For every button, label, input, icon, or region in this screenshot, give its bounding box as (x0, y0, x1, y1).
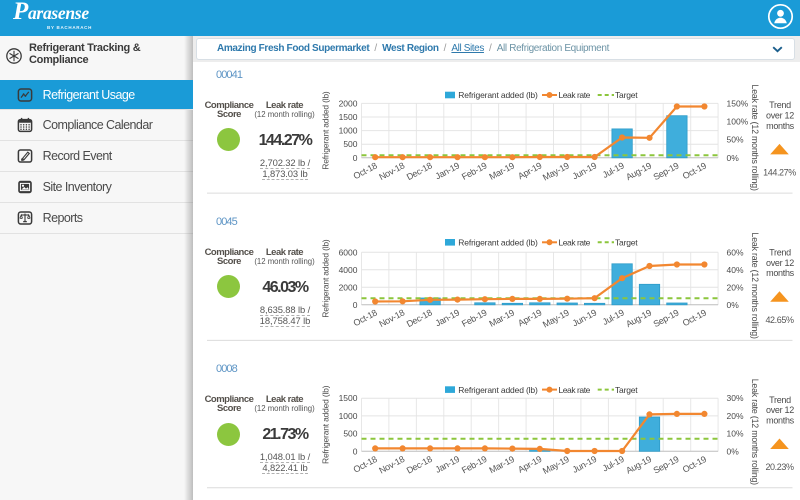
svg-text:Nov-18: Nov-18 (377, 307, 406, 329)
svg-text:Jan-19: Jan-19 (434, 307, 462, 328)
svg-text:Oct-19: Oct-19 (681, 307, 708, 328)
svg-text:0: 0 (353, 446, 358, 456)
svg-text:Oct-19: Oct-19 (681, 160, 708, 181)
svg-text:Feb-19: Feb-19 (460, 160, 489, 182)
svg-text:500: 500 (343, 139, 357, 149)
svg-text:Leak rate (12 months rolling): Leak rate (12 months rolling) (750, 233, 760, 339)
svg-text:4000: 4000 (339, 265, 358, 275)
svg-text:0%: 0% (727, 300, 740, 310)
svg-text:Jun-19: Jun-19 (571, 454, 599, 475)
svg-text:Apr-19: Apr-19 (516, 454, 543, 475)
svg-text:May-19: May-19 (541, 307, 571, 329)
svg-text:Oct-18: Oct-18 (352, 454, 379, 475)
svg-text:Jul-19: Jul-19 (601, 307, 626, 327)
svg-text:over 12: over 12 (766, 405, 794, 415)
svg-text:1500: 1500 (339, 112, 358, 122)
svg-text:May-19: May-19 (541, 454, 571, 476)
svg-text:0: 0 (353, 153, 358, 163)
svg-text:20.23%: 20.23% (765, 462, 794, 472)
svg-text:42.65%: 42.65% (765, 315, 794, 325)
svg-text:144.27%: 144.27% (763, 168, 796, 178)
svg-text:0: 0 (353, 300, 358, 310)
svg-text:Oct-18: Oct-18 (352, 160, 379, 181)
svg-text:Dec-18: Dec-18 (405, 454, 434, 476)
svg-text:Leak rate (12 months rolling): Leak rate (12 months rolling) (750, 85, 760, 191)
svg-text:10%: 10% (727, 429, 744, 439)
svg-text:Feb-19: Feb-19 (460, 454, 489, 476)
svg-text:150%: 150% (727, 98, 749, 108)
svg-text:Oct-19: Oct-19 (681, 454, 708, 475)
svg-text:Jun-19: Jun-19 (571, 160, 599, 181)
svg-text:Leak rate (12 months rolling): Leak rate (12 months rolling) (750, 379, 760, 485)
svg-text:Dec-18: Dec-18 (405, 160, 434, 182)
svg-text:Target: Target (615, 90, 638, 100)
svg-text:months: months (766, 415, 795, 425)
svg-text:May-19: May-19 (541, 160, 571, 182)
svg-text:1500: 1500 (339, 393, 358, 403)
svg-text:Jan-19: Jan-19 (434, 454, 462, 475)
svg-text:60%: 60% (727, 247, 744, 257)
svg-text:Oct-18: Oct-18 (352, 307, 379, 328)
svg-text:Jun-19: Jun-19 (571, 307, 599, 328)
svg-text:Target: Target (615, 385, 638, 395)
svg-text:Trend: Trend (769, 100, 791, 110)
svg-text:Nov-18: Nov-18 (377, 454, 406, 476)
svg-text:Sep-19: Sep-19 (652, 454, 681, 476)
svg-text:Jul-19: Jul-19 (601, 160, 626, 180)
svg-text:0%: 0% (727, 446, 740, 456)
svg-text:0%: 0% (727, 153, 740, 163)
svg-text:50%: 50% (727, 135, 744, 145)
svg-text:40%: 40% (727, 265, 744, 275)
svg-text:Apr-19: Apr-19 (516, 307, 543, 328)
svg-text:Jul-19: Jul-19 (601, 454, 626, 474)
svg-text:months: months (766, 121, 795, 131)
svg-text:months: months (766, 268, 795, 278)
svg-text:Dec-18: Dec-18 (405, 307, 434, 329)
svg-text:500: 500 (343, 429, 357, 439)
svg-text:Apr-19: Apr-19 (516, 160, 543, 181)
svg-text:Feb-19: Feb-19 (460, 307, 489, 329)
svg-text:Refrigerant added (lb): Refrigerant added (lb) (458, 238, 538, 248)
svg-text:over 12: over 12 (766, 258, 794, 268)
svg-text:Mar-19: Mar-19 (488, 307, 517, 329)
svg-text:Refrigerant added (lb): Refrigerant added (lb) (458, 385, 538, 395)
svg-text:Nov-18: Nov-18 (377, 160, 406, 182)
svg-text:100%: 100% (727, 117, 749, 127)
svg-text:Sep-19: Sep-19 (652, 307, 681, 329)
svg-text:6000: 6000 (339, 247, 358, 257)
svg-text:Leak rate: Leak rate (559, 90, 591, 100)
svg-text:Sep-19: Sep-19 (652, 160, 681, 182)
svg-text:Trend: Trend (769, 248, 791, 258)
svg-text:2000: 2000 (339, 282, 358, 292)
svg-text:1000: 1000 (339, 411, 358, 421)
svg-text:20%: 20% (727, 411, 744, 421)
svg-text:Leak rate: Leak rate (559, 238, 591, 248)
svg-text:Jan-19: Jan-19 (434, 160, 462, 181)
svg-text:Aug-19: Aug-19 (624, 454, 653, 476)
svg-text:over 12: over 12 (766, 111, 794, 121)
svg-text:Leak rate: Leak rate (559, 385, 591, 395)
svg-text:Mar-19: Mar-19 (488, 454, 517, 476)
svg-text:Aug-19: Aug-19 (624, 160, 653, 182)
svg-text:1000: 1000 (339, 126, 358, 136)
svg-text:Target: Target (615, 238, 638, 248)
svg-text:2000: 2000 (339, 98, 358, 108)
svg-text:Mar-19: Mar-19 (488, 160, 517, 182)
svg-text:Trend: Trend (769, 395, 791, 405)
svg-text:30%: 30% (727, 393, 744, 403)
svg-text:Aug-19: Aug-19 (624, 307, 653, 329)
svg-text:Refrigerant added (lb): Refrigerant added (lb) (458, 90, 538, 100)
svg-text:20%: 20% (727, 282, 744, 292)
